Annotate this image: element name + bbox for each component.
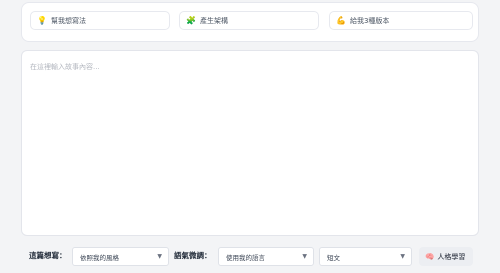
suggestion-chip-three-versions[interactable]: 💪 給我3種版本: [329, 11, 473, 30]
tone-select[interactable]: 使用我的語言 ▼: [218, 247, 314, 266]
suggestion-chip-writing-help[interactable]: 💡 幫我想寫法: [30, 11, 170, 30]
story-editor[interactable]: 在這裡輸入故事內容...: [21, 50, 479, 236]
chevron-down-icon: ▼: [400, 253, 405, 260]
length-select[interactable]: 短文 ▼: [319, 247, 412, 266]
brain-icon: 🧠: [425, 252, 435, 261]
suggestion-label: 幫我想寫法: [50, 16, 86, 25]
persona-learning-label: 人格學習: [437, 252, 466, 261]
style-select[interactable]: 依照我的風格 ▼: [72, 247, 169, 266]
length-select-value: 短文: [327, 253, 340, 262]
lightbulb-icon: 💡: [37, 15, 47, 25]
suggestion-label: 產生架構: [199, 16, 228, 25]
idea-label: 這篇想寫：: [29, 251, 67, 260]
tone-label: 語氣微調：: [174, 251, 212, 260]
tone-select-value: 使用我的語言: [226, 253, 265, 262]
options-toolbar: 這篇想寫： 依照我的風格 ▼ 語氣微調： 使用我的語言 ▼ 短文 ▼ 🧠 人格學…: [21, 242, 479, 271]
suggestion-panel: 💡 幫我想寫法 🧩 產生架構 💪 給我3種版本: [21, 2, 479, 42]
persona-learning-button[interactable]: 🧠 人格學習: [419, 247, 473, 266]
editor-placeholder: 在這裡輸入故事內容...: [30, 63, 100, 71]
puzzle-icon: 🧩: [186, 15, 196, 25]
suggestion-label: 給我3種版本: [349, 16, 390, 25]
chevron-down-icon: ▼: [157, 253, 162, 260]
muscle-icon: 💪: [336, 15, 346, 25]
suggestion-chip-structure[interactable]: 🧩 產生架構: [179, 11, 319, 30]
chevron-down-icon: ▼: [302, 253, 307, 260]
style-select-value: 依照我的風格: [80, 253, 119, 262]
